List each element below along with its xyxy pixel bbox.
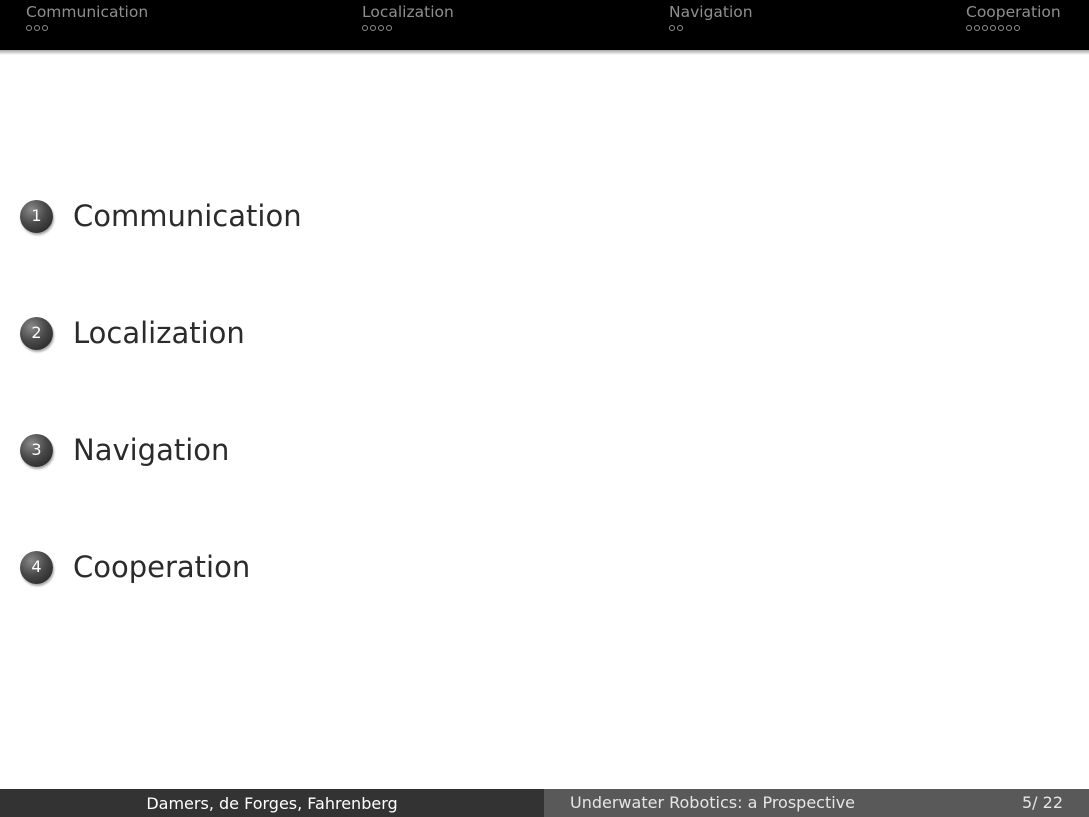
nav-bar-shadow — [0, 50, 1089, 55]
nav-section-title[interactable]: Navigation — [669, 3, 753, 21]
footer-page-number: 5/ 22 — [1021, 793, 1063, 812]
toc-item-navigation[interactable]: 3 Navigation — [20, 430, 229, 470]
toc-label[interactable]: Navigation — [73, 433, 229, 467]
subsection-circle-icon[interactable] — [370, 25, 376, 31]
slide-footer: Damers, de Forges, Fahrenberg Underwater… — [0, 789, 1089, 817]
toc-number: 3 — [31, 440, 42, 459]
subsection-circle-icon[interactable] — [26, 25, 32, 31]
subsection-circle-icon[interactable] — [990, 25, 996, 31]
numbered-ball-icon: 4 — [20, 550, 53, 584]
toc-number: 2 — [31, 323, 42, 342]
subsection-circle-icon[interactable] — [34, 25, 40, 31]
footer-authors: Damers, de Forges, Fahrenberg — [146, 793, 398, 813]
subsection-circle-icon[interactable] — [974, 25, 980, 31]
subsection-circle-icon[interactable] — [1006, 25, 1012, 31]
subsection-circle-icon[interactable] — [998, 25, 1004, 31]
numbered-ball-icon: 2 — [20, 316, 53, 350]
subsection-circle-icon[interactable] — [669, 25, 675, 31]
subsection-circle-icon[interactable] — [42, 25, 48, 31]
nav-subsection-dots — [669, 25, 753, 31]
nav-section-communication[interactable]: Communication — [26, 3, 148, 31]
nav-subsection-dots — [362, 25, 454, 31]
toc-item-cooperation[interactable]: 4 Cooperation — [20, 547, 250, 587]
numbered-ball-icon: 3 — [20, 433, 53, 467]
toc-item-localization[interactable]: 2 Localization — [20, 313, 245, 353]
footer-presentation-title: Underwater Robotics: a Prospective — [570, 793, 855, 812]
subsection-circle-icon[interactable] — [362, 25, 368, 31]
nav-section-cooperation[interactable]: Cooperation — [966, 3, 1061, 31]
toc-item-communication[interactable]: 1 Communication — [20, 196, 302, 236]
nav-subsection-dots — [26, 25, 148, 31]
nav-section-title[interactable]: Localization — [362, 3, 454, 21]
nav-section-navigation[interactable]: Navigation — [669, 3, 753, 31]
toc-label[interactable]: Cooperation — [73, 550, 250, 584]
toc-label[interactable]: Communication — [73, 199, 302, 233]
subsection-circle-icon[interactable] — [386, 25, 392, 31]
nav-subsection-dots — [966, 25, 1061, 31]
footer-title-panel: Underwater Robotics: a Prospective 5/ 22 — [544, 789, 1089, 817]
subsection-circle-icon[interactable] — [1014, 25, 1020, 31]
subsection-circle-icon[interactable] — [966, 25, 972, 31]
nav-section-title[interactable]: Communication — [26, 3, 148, 21]
nav-section-localization[interactable]: Localization — [362, 3, 454, 31]
section-navigation-bar: Communication Localization Navigation Co… — [0, 0, 1089, 50]
subsection-circle-icon[interactable] — [378, 25, 384, 31]
subsection-circle-icon[interactable] — [982, 25, 988, 31]
nav-section-title[interactable]: Cooperation — [966, 3, 1061, 21]
subsection-circle-icon[interactable] — [677, 25, 683, 31]
footer-authors-panel: Damers, de Forges, Fahrenberg — [0, 789, 544, 817]
toc-number: 4 — [31, 557, 42, 576]
toc-label[interactable]: Localization — [73, 316, 245, 350]
numbered-ball-icon: 1 — [20, 199, 53, 233]
toc-number: 1 — [31, 206, 42, 225]
